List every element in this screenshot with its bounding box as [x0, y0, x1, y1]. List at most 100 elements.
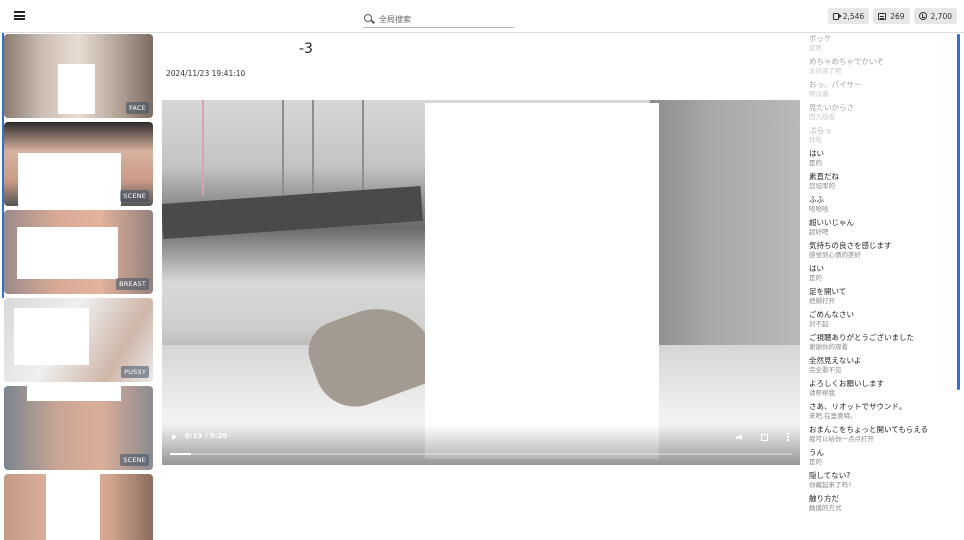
subtitle-list: ボッケ 泥死 めちゃめちゃでかいぞ 太历害了吧 おっ、パイサー 啊派塞 見たいからさ 因为想看… [809, 34, 955, 540]
subtitle-original: ごめんなさい [809, 310, 854, 319]
subtitle-original: 見たいからさ [809, 103, 854, 112]
image-count-badge[interactable]: 269 [873, 8, 910, 24]
thumbnail-scene-2[interactable]: SCENE [4, 386, 153, 470]
subtitle-original: おまんこをちょっと開いてもらえる [809, 425, 929, 434]
fullscreen-icon[interactable] [761, 434, 768, 441]
subtitle-original: 隠してない? [809, 471, 851, 480]
subtitle-original: はい [809, 149, 824, 158]
subtitle-item[interactable]: 見たいからさ 因为想看 [809, 103, 955, 121]
subtitle-scrollbar[interactable] [957, 34, 960, 390]
subtitle-original: うん [809, 448, 824, 457]
censor-block [27, 386, 121, 401]
subtitle-translation: 哈哈哈 [809, 205, 829, 213]
subtitle-original: 全然見えないよ [809, 356, 862, 365]
subtitle-original: おっ、パイサー [809, 80, 862, 89]
subtitle-item[interactable]: おまんこをちょっと開いてもらえる 我可以给你一点点打开 [809, 425, 955, 443]
subtitle-original: 気持ちの良さを感じます [809, 241, 892, 250]
subtitle-item[interactable]: よろしくお願いします 请帮帮我 [809, 379, 955, 397]
censor-block [46, 474, 100, 540]
subtitle-item[interactable]: ぷらっ 拜啦 [809, 126, 955, 144]
subtitle-translation: 谢谢你的观看 [809, 343, 848, 351]
image-count: 269 [890, 11, 905, 21]
subtitle-translation: 我可以给你一点点打开 [809, 435, 874, 443]
main-content: -3 2024/11/23 19:41:10 0:19 / 9:20 [162, 33, 800, 540]
subtitle-translation: 你藏起来了吗? [809, 481, 852, 489]
thumbnail-6[interactable] [4, 474, 153, 540]
video-title: -3 [299, 41, 313, 57]
subtitle-item[interactable]: 隠してない? 你藏起来了吗? [809, 471, 955, 489]
subtitle-translation: 把脚打开 [809, 297, 835, 305]
search-input[interactable] [379, 14, 509, 24]
subtitle-item[interactable]: はい 是的 [809, 149, 955, 167]
thumbnail-tag: FACE [126, 102, 149, 114]
subtitle-translation: 感觉到心情的美好 [809, 251, 861, 259]
bed-frame [202, 100, 204, 195]
video-count-badge[interactable]: 2,546 [827, 8, 870, 24]
player-controls: 0:19 / 9:20 [162, 425, 800, 465]
censor-block [14, 308, 89, 365]
subtitle-translation: 太历害了吧 [809, 67, 842, 75]
thumbnail-tag: SCENE [120, 190, 149, 202]
subtitle-original: さあ、リオットでサウンド。 [809, 402, 907, 411]
subtitle-translation: 啊派塞 [809, 90, 829, 98]
video-count: 2,546 [842, 11, 865, 21]
play-icon[interactable] [172, 434, 177, 440]
subtitle-item[interactable]: ふふ 哈哈哈 [809, 195, 955, 213]
subtitle-translation: 因为想看 [809, 113, 835, 121]
playback-time: 0:19 / 9:20 [185, 432, 228, 440]
stats-group: 2,546 269 2,700 [827, 8, 957, 24]
time-count-badge[interactable]: 2,700 [913, 8, 957, 24]
subtitle-translation: 您坦率的 [809, 182, 835, 190]
subtitle-original: ご視聴ありがとうございました [809, 333, 914, 342]
subtitle-item[interactable]: めちゃめちゃでかいぞ 太历害了吧 [809, 57, 955, 75]
subtitle-translation: 是的 [809, 159, 822, 167]
subtitle-translation: 拜啦 [809, 136, 822, 144]
subtitle-original: ぷらっ [809, 126, 832, 135]
progress-fill [170, 453, 192, 455]
subtitle-item[interactable]: 気持ちの良さを感じます 感觉到心情的美好 [809, 241, 955, 259]
subtitle-translation: 泥死 [809, 44, 822, 52]
thumbnail-face[interactable]: FACE [4, 34, 153, 118]
top-bar: 2,546 269 2,700 [0, 0, 964, 33]
search-icon [363, 13, 375, 25]
subtitle-item[interactable]: ボッケ 泥死 [809, 34, 955, 52]
censor-block [17, 227, 118, 279]
subtitle-item[interactable]: 触り方だ 触摸的方式 [809, 494, 955, 512]
thumbnail-scene[interactable]: SCENE [4, 122, 153, 206]
subtitle-original: よろしくお願いします [809, 379, 884, 388]
thumbnail-tag: BREAST [116, 278, 149, 290]
more-vert-icon[interactable] [787, 433, 789, 435]
subtitle-item[interactable]: ごめんなさい 对不起 [809, 310, 955, 328]
thumbnail-pussy[interactable]: PUSSY [4, 298, 153, 382]
hamburger-icon[interactable] [14, 11, 25, 20]
subtitle-item[interactable]: うん 是的 [809, 448, 955, 466]
video-player[interactable]: 0:19 / 9:20 [162, 100, 800, 465]
subtitle-original: 触り方だ [809, 494, 839, 503]
subtitle-translation: 完全看不见 [809, 366, 842, 374]
thumbnail-breast[interactable]: BREAST [4, 210, 153, 294]
subtitle-item[interactable]: はい 是的 [809, 264, 955, 282]
subtitle-original: ボッケ [809, 34, 832, 43]
clock-icon [918, 12, 927, 20]
subtitle-translation: 对不起 [809, 320, 829, 328]
subtitle-item[interactable]: 素直だね 您坦率的 [809, 172, 955, 190]
censor-block [18, 153, 121, 206]
subtitle-item[interactable]: 足を開いて 把脚打开 [809, 287, 955, 305]
thumbnail-tag: SCENE [120, 454, 149, 466]
volume-icon[interactable] [736, 434, 744, 441]
subtitle-original: ふふ [809, 195, 824, 204]
subtitle-item[interactable]: ご視聴ありがとうございました 谢谢你的观看 [809, 333, 955, 351]
subtitle-item[interactable]: さあ、リオットでサウンド。 来吧,在里奥特。 [809, 402, 955, 420]
thumbnail-sidebar: FACE SCENE BREAST PUSSY SCENE [0, 33, 157, 540]
subtitle-original: めちゃめちゃでかいぞ [809, 57, 884, 66]
subtitle-item[interactable]: 全然見えないよ 完全看不见 [809, 356, 955, 374]
subtitle-item[interactable]: おっ、パイサー 啊派塞 [809, 80, 955, 98]
subtitle-item[interactable]: 超いいじゃん 超好吧 [809, 218, 955, 236]
progress-bar[interactable] [170, 453, 792, 455]
subtitle-original: 超いいじゃん [809, 218, 854, 227]
subtitle-translation: 是的 [809, 458, 822, 466]
censor-block [58, 64, 95, 114]
image-icon [878, 12, 887, 20]
subtitle-translation: 请帮帮我 [809, 389, 835, 397]
search-box[interactable] [363, 11, 514, 28]
